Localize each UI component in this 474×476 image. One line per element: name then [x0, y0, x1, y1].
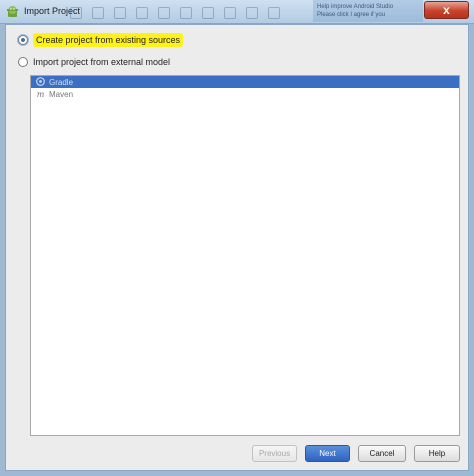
- radio-button-checked[interactable]: [18, 35, 28, 45]
- toolbar-icon: [202, 7, 214, 19]
- list-item-label: Maven: [49, 89, 74, 99]
- toolbar-icon: [158, 7, 170, 19]
- notice-line: Help improve Android Studio: [317, 4, 394, 10]
- close-icon: x: [443, 3, 450, 17]
- option-label: Import project from external model: [33, 57, 171, 67]
- notice-line: Please click I agree if you: [317, 12, 386, 18]
- toolbar-icon: [136, 7, 148, 19]
- list-item-label: Gradle: [49, 77, 74, 87]
- toolbar-icon: [70, 7, 82, 19]
- radio-button[interactable]: [18, 57, 28, 67]
- next-button[interactable]: Next: [305, 445, 350, 462]
- import-project-dialog: Create project from existing sources Imp…: [5, 24, 469, 471]
- external-model-list[interactable]: Gradle m Maven: [30, 75, 460, 436]
- button-bar: Previous Next Cancel Help: [6, 445, 468, 463]
- toolbar-icon: [268, 7, 280, 19]
- option-label: Create project from existing sources: [33, 33, 184, 47]
- title-bar[interactable]: Import Project Help improve Android Stud…: [0, 0, 474, 24]
- android-studio-icon: [7, 6, 18, 17]
- toolbar-icon: [224, 7, 236, 19]
- cancel-button[interactable]: Cancel: [358, 445, 406, 462]
- option-existing-sources[interactable]: Create project from existing sources: [18, 33, 184, 47]
- option-external-model[interactable]: Import project from external model: [18, 55, 170, 69]
- close-button[interactable]: x: [424, 1, 469, 19]
- toolbar-icon: [180, 7, 192, 19]
- toolbar-icon: [92, 7, 104, 19]
- background-notification: Help improve Android Studio Please click…: [313, 0, 423, 22]
- list-item-maven[interactable]: m Maven: [31, 88, 459, 100]
- toolbar-icon: [114, 7, 126, 19]
- gradle-icon: [35, 76, 46, 88]
- toolbar-icon: [246, 7, 258, 19]
- previous-button[interactable]: Previous: [252, 445, 297, 462]
- background-toolbar: [70, 5, 280, 19]
- help-button[interactable]: Help: [414, 445, 460, 462]
- maven-icon: m: [36, 89, 45, 99]
- list-item-gradle[interactable]: Gradle: [31, 76, 459, 88]
